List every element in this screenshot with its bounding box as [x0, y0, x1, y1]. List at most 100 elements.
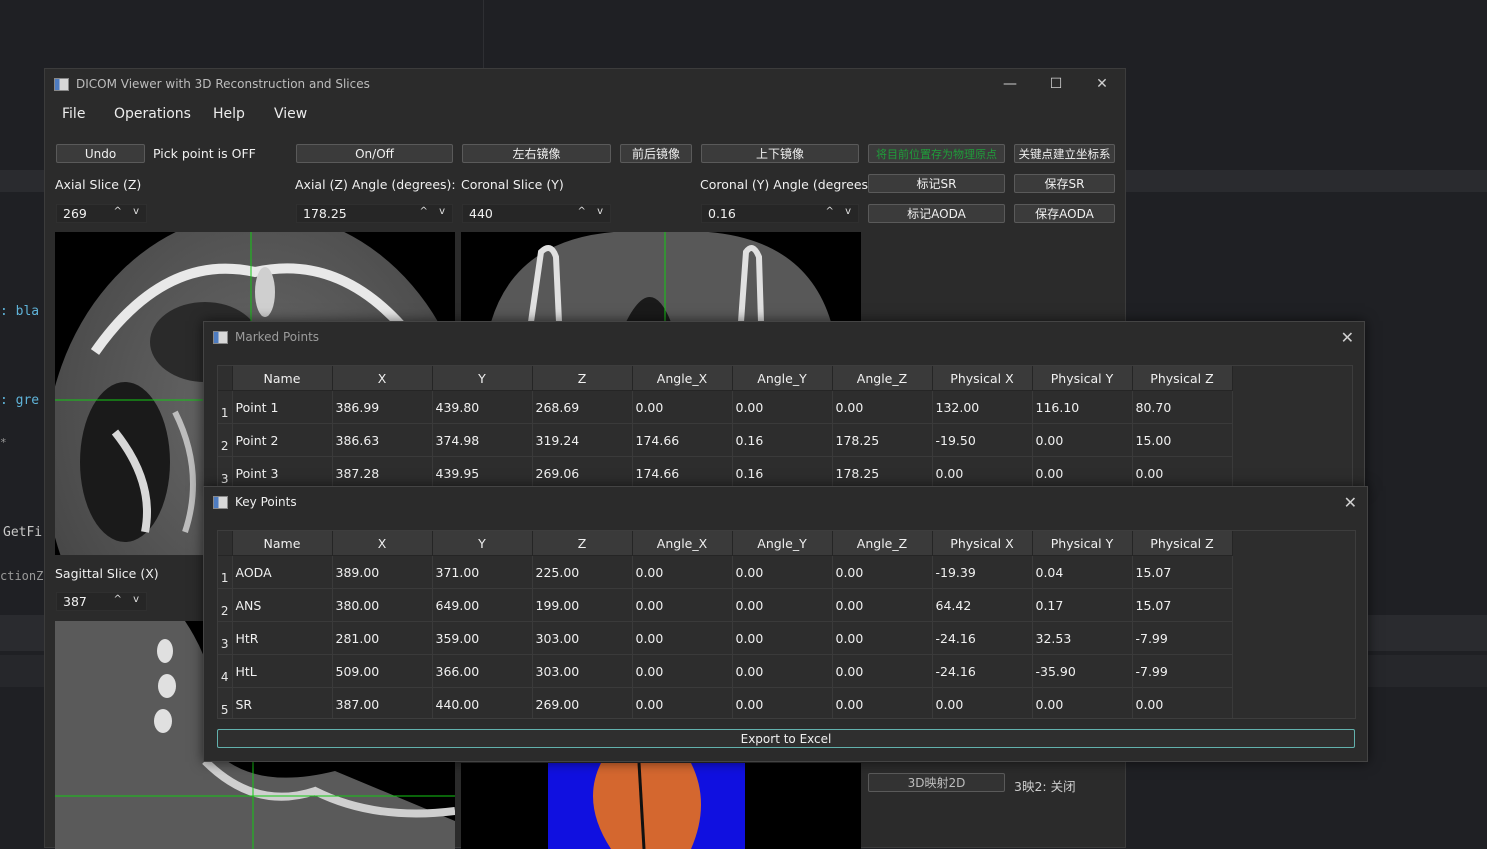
volume-3d-view[interactable]: [461, 763, 861, 849]
column-header[interactable]: X: [332, 366, 433, 391]
coronal-angle-spinbox[interactable]: 0.16 ^ v: [701, 204, 859, 223]
table-cell[interactable]: 0.00: [1032, 423, 1133, 457]
table-cell[interactable]: ANS: [232, 588, 333, 622]
table-cell[interactable]: 0.00: [1132, 456, 1233, 489]
table-cell[interactable]: Point 3: [232, 456, 333, 489]
spin-arrows-icon[interactable]: ^ v: [114, 206, 143, 217]
table-cell[interactable]: -35.90: [1032, 654, 1133, 688]
table-cell[interactable]: 0.16: [732, 423, 833, 457]
column-header[interactable]: Physical Y: [1032, 366, 1133, 391]
key-points-table[interactable]: Name X Y Z Angle_X Angle_Y Angle_Z Physical X Ph…: [218, 531, 1233, 718]
export-excel-button[interactable]: Export to Excel: [217, 729, 1355, 748]
table-cell[interactable]: 225.00: [532, 555, 633, 589]
table-cell[interactable]: 0.00: [632, 687, 733, 718]
table-cell[interactable]: 0.00: [632, 654, 733, 688]
table-row[interactable]: 4 HtL 509.00 366.00 303.00 0.00 0.00 0.00 -24.16…: [218, 654, 1233, 688]
table-cell[interactable]: 0.00: [732, 621, 833, 655]
table-row[interactable]: 1 AODA 389.00 371.00 225.00 0.00 0.00 0.00 -19.3…: [218, 555, 1233, 589]
table-cell[interactable]: 380.00: [332, 588, 433, 622]
map-3d-2d-button[interactable]: 3D映射2D: [868, 773, 1005, 792]
spin-arrows-icon[interactable]: ^ v: [826, 206, 855, 217]
column-header[interactable]: Angle_Y: [732, 531, 833, 556]
table-cell[interactable]: 0.00: [832, 555, 933, 589]
column-header[interactable]: Physical Y: [1032, 531, 1133, 556]
table-row[interactable]: 3 Point 3 387.28 439.95 269.06 174.66 0.16 178.…: [218, 456, 1233, 489]
menu-help[interactable]: Help: [213, 106, 245, 122]
undo-button[interactable]: Undo: [56, 144, 145, 163]
table-cell[interactable]: 389.00: [332, 555, 433, 589]
column-header[interactable]: Angle_Z: [832, 531, 933, 556]
column-header[interactable]: Name: [232, 531, 333, 556]
table-cell[interactable]: -7.99: [1132, 621, 1233, 655]
column-header[interactable]: Z: [532, 366, 633, 391]
table-cell[interactable]: 0.00: [732, 687, 833, 718]
table-cell[interactable]: 116.10: [1032, 390, 1133, 424]
table-cell[interactable]: HtR: [232, 621, 333, 655]
table-cell[interactable]: 0.16: [732, 456, 833, 489]
table-cell[interactable]: 80.70: [1132, 390, 1233, 424]
maximize-icon[interactable]: ☐: [1033, 69, 1079, 99]
menu-file[interactable]: File: [62, 106, 85, 122]
mirror-fb-button[interactable]: 前后镜像: [620, 144, 692, 163]
table-cell[interactable]: Point 1: [232, 390, 333, 424]
coronal-slice-spinbox[interactable]: 440 ^ v: [462, 204, 611, 223]
table-cell[interactable]: 0.00: [832, 588, 933, 622]
minimize-icon[interactable]: —: [987, 69, 1033, 99]
axial-angle-spinbox[interactable]: 178.25 ^ v: [296, 204, 453, 223]
table-cell[interactable]: 387.00: [332, 687, 433, 718]
onoff-button[interactable]: On/Off: [296, 144, 453, 163]
table-cell[interactable]: 303.00: [532, 621, 633, 655]
column-header[interactable]: Angle_X: [632, 531, 733, 556]
column-header[interactable]: Angle_X: [632, 366, 733, 391]
table-cell[interactable]: -24.16: [932, 621, 1033, 655]
save-aoda-button[interactable]: 保存AODA: [1014, 204, 1115, 223]
table-cell[interactable]: 0.00: [1132, 687, 1233, 718]
table-cell[interactable]: 439.95: [432, 456, 533, 489]
table-cell[interactable]: 0.00: [732, 654, 833, 688]
axial-slice-spinbox[interactable]: 269 ^ v: [56, 204, 147, 223]
table-cell[interactable]: 439.80: [432, 390, 533, 424]
coronal-ct-view[interactable]: [461, 232, 861, 322]
column-header[interactable]: Z: [532, 531, 633, 556]
save-origin-button[interactable]: 将目前位置存为物理原点: [868, 144, 1005, 163]
table-cell[interactable]: 178.25: [832, 423, 933, 457]
table-cell[interactable]: -19.50: [932, 423, 1033, 457]
column-header[interactable]: X: [332, 531, 433, 556]
table-cell[interactable]: 509.00: [332, 654, 433, 688]
table-cell[interactable]: 387.28: [332, 456, 433, 489]
table-cell[interactable]: 374.98: [432, 423, 533, 457]
table-cell[interactable]: 268.69: [532, 390, 633, 424]
table-cell[interactable]: 0.00: [1032, 456, 1133, 489]
table-cell[interactable]: -7.99: [1132, 654, 1233, 688]
table-cell[interactable]: 64.42: [932, 588, 1033, 622]
column-header[interactable]: Y: [432, 366, 533, 391]
table-cell[interactable]: 0.00: [932, 687, 1033, 718]
table-cell[interactable]: Point 2: [232, 423, 333, 457]
table-cell[interactable]: 366.00: [432, 654, 533, 688]
spin-arrows-icon[interactable]: ^ v: [578, 206, 607, 217]
table-cell[interactable]: 15.07: [1132, 555, 1233, 589]
table-cell[interactable]: 0.00: [632, 588, 733, 622]
close-icon[interactable]: ✕: [1341, 328, 1354, 347]
table-cell[interactable]: 174.66: [632, 423, 733, 457]
column-header[interactable]: Y: [432, 531, 533, 556]
table-cell[interactable]: 174.66: [632, 456, 733, 489]
table-cell[interactable]: 0.00: [832, 390, 933, 424]
table-cell[interactable]: 303.00: [532, 654, 633, 688]
table-row[interactable]: 1 Point 1 386.99 439.80 268.69 0.00 0.00 0.00 13…: [218, 390, 1233, 424]
table-cell[interactable]: 440.00: [432, 687, 533, 718]
mirror-ud-button[interactable]: 上下镜像: [701, 144, 859, 163]
table-cell[interactable]: 32.53: [1032, 621, 1133, 655]
column-header[interactable]: Physical X: [932, 366, 1033, 391]
table-cell[interactable]: 0.00: [632, 621, 733, 655]
table-cell[interactable]: 0.00: [832, 654, 933, 688]
table-row[interactable]: 3 HtR 281.00 359.00 303.00 0.00 0.00 0.00 -24.16…: [218, 621, 1233, 655]
table-row[interactable]: 2 Point 2 386.63 374.98 319.24 174.66 0.16 178.…: [218, 423, 1233, 457]
spin-arrows-icon[interactable]: ^ v: [114, 594, 143, 605]
table-cell[interactable]: 0.04: [1032, 555, 1133, 589]
table-cell[interactable]: 0.00: [932, 456, 1033, 489]
column-header[interactable]: Angle_Y: [732, 366, 833, 391]
table-row[interactable]: 2 ANS 380.00 649.00 199.00 0.00 0.00 0.00 64.42 0…: [218, 588, 1233, 622]
table-cell[interactable]: 269.06: [532, 456, 633, 489]
table-row[interactable]: 5 SR 387.00 440.00 269.00 0.00 0.00 0.00 0.00 0.0…: [218, 687, 1233, 718]
